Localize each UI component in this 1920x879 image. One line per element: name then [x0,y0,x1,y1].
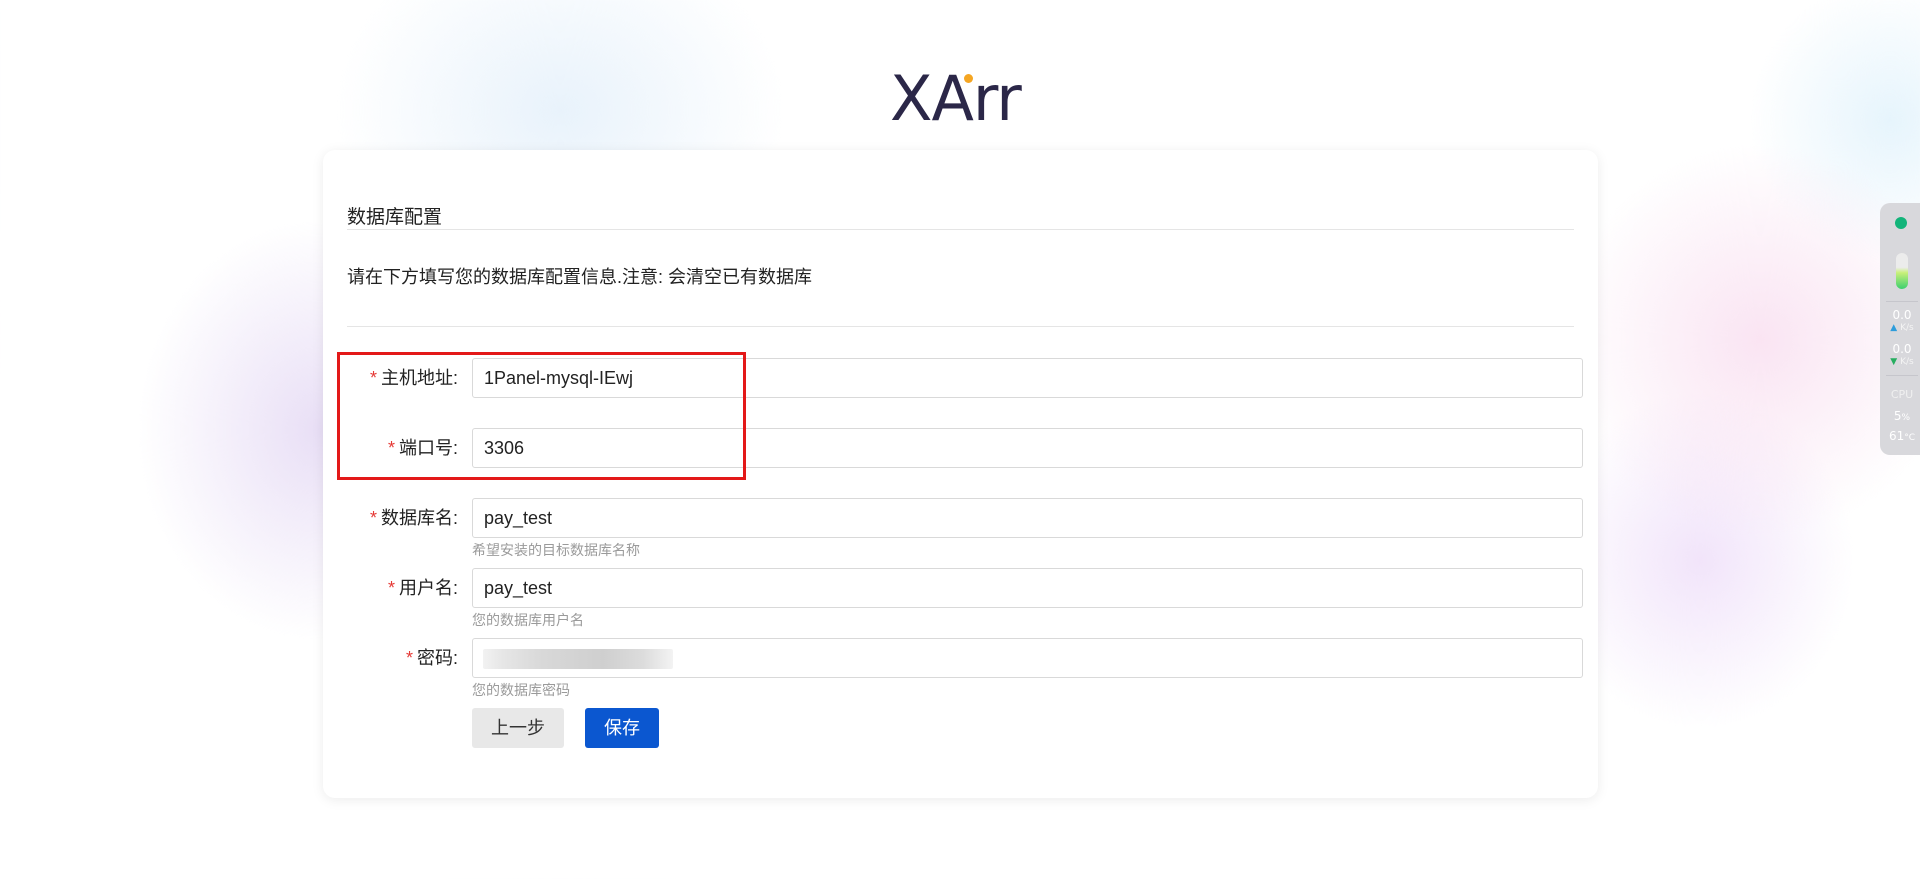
logo-accent-dot [964,74,973,83]
highlight-annotation-box [337,352,746,480]
database-name-hint: 希望安装的目标数据库名称 [472,542,640,558]
monitor-divider [1886,301,1918,302]
arrow-up-icon: ▲ [1890,323,1898,333]
cpu-percent-unit: % [1901,413,1911,423]
form-actions: 上一步 保存 [323,708,1598,748]
arrow-down-icon: ▼ [1890,357,1898,367]
username-label: * 用户名: [388,568,458,608]
logo-text: XArr [890,62,1022,135]
database-name-label-text: 数据库名: [380,508,458,528]
required-mark: * [405,648,413,668]
download-unit-text: K/s [1900,357,1914,367]
temperature-unit: °C [1904,433,1916,443]
download-unit: ▼ K/s [1880,357,1920,367]
monitor-divider [1886,375,1918,376]
required-mark: * [369,508,377,528]
database-name-label: * 数据库名: [370,498,458,538]
app-logo: XArr [890,64,1040,134]
cpu-label: CPU [1890,388,1914,401]
status-dot-icon [1895,217,1907,229]
form-row-username: * 用户名: pay_test 您的数据库用户名 [323,568,1598,628]
system-monitor-widget[interactable]: 0.0 ▲ K/s 0.0 ▼ K/s CPU 5% 61°C [1880,203,1920,455]
cpu-percent: 5% [1880,409,1920,423]
cpu-percent-value: 5 [1893,409,1902,423]
password-label-text: 密码: [416,648,458,668]
form-row-password: * 密码: 您的数据库密码 [323,638,1598,698]
section-title: 数据库配置 [347,207,443,228]
temperature-value: 61 [1888,429,1905,443]
memory-level-bar [1896,253,1908,289]
upload-unit-text: K/s [1900,323,1914,333]
notice-divider [347,326,1574,327]
password-hint: 您的数据库密码 [472,682,570,698]
username-label-text: 用户名: [398,578,458,598]
database-name-input[interactable]: pay_test [472,498,1583,538]
password-input[interactable] [472,638,1583,678]
title-divider [347,229,1574,230]
required-mark: * [387,578,395,598]
username-hint: 您的数据库用户名 [472,612,584,628]
previous-step-button[interactable]: 上一步 [472,708,564,748]
username-input[interactable]: pay_test [472,568,1583,608]
upload-speed: 0.0 [1892,308,1912,322]
upload-unit: ▲ K/s [1880,323,1920,333]
save-button[interactable]: 保存 [585,708,659,748]
form-row-database-name: * 数据库名: pay_test 希望安装的目标数据库名称 [323,498,1598,558]
download-speed: 0.0 [1892,342,1912,356]
temperature: 61°C [1880,429,1920,443]
password-label: * 密码: [406,638,458,678]
password-redacted-mask [483,649,673,669]
notice-text: 请在下方填写您的数据库配置信息.注意: 会清空已有数据库 [347,267,813,287]
